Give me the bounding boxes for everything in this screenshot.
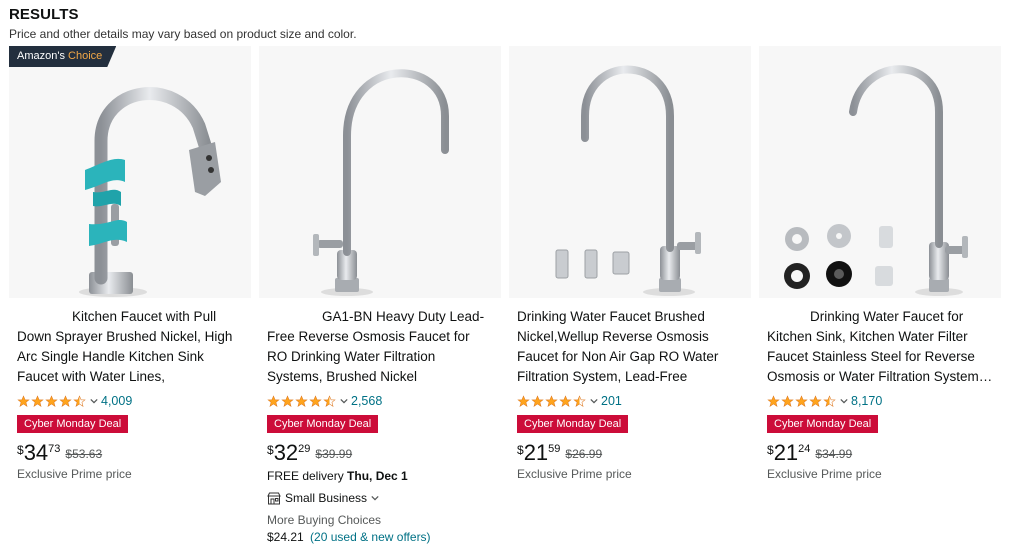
results-header: RESULTS Price and other details may vary… — [9, 6, 357, 41]
price-symbol: $ — [517, 443, 524, 457]
cyber-monday-deal-badge: Cyber Monday Deal — [517, 415, 629, 433]
product-title[interactable]: Drinking Water Faucet Brushed Nickel,Wel… — [517, 307, 743, 387]
product-card: Drinking Water Faucet Brushed Nickel,Wel… — [509, 46, 751, 555]
price-fraction: 59 — [548, 443, 561, 455]
list-price: $39.99 — [315, 447, 353, 461]
price-whole: 21 — [773, 440, 799, 465]
star-rating-icon — [767, 394, 837, 408]
exclusive-prime-price: Exclusive Prime price — [517, 467, 632, 481]
product-card: Amazon's Choice Kitchen Faucet with Pull… — [9, 46, 251, 555]
storefront-icon — [267, 492, 281, 504]
review-count-link[interactable]: 201 — [601, 394, 622, 408]
product-price[interactable]: $ 21 24 $34.99 — [767, 441, 993, 465]
amazons-choice-badge: Amazon's Choice — [9, 46, 116, 67]
price-whole: 32 — [273, 440, 299, 465]
product-rating[interactable]: 8,170 — [767, 393, 993, 409]
review-count-link[interactable]: 2,568 — [351, 394, 382, 408]
cyber-monday-deal-badge: Cyber Monday Deal — [767, 415, 879, 433]
offers-row: $24.21 (20 used & new offers) — [267, 530, 493, 544]
product-rating[interactable]: 201 — [517, 393, 743, 409]
list-price: $34.99 — [815, 447, 853, 461]
cyber-monday-deal-badge: Cyber Monday Deal — [17, 415, 129, 433]
list-price: $53.63 — [65, 447, 103, 461]
price-symbol: $ — [17, 443, 24, 457]
review-count-link[interactable]: 4,009 — [101, 394, 132, 408]
more-buying-choices-label: More Buying Choices — [267, 513, 382, 527]
chevron-down-icon[interactable] — [371, 494, 379, 502]
results-subtitle: Price and other details may vary based o… — [9, 27, 357, 41]
chevron-down-icon[interactable] — [340, 397, 348, 405]
product-grid: Amazon's Choice Kitchen Faucet with Pull… — [9, 46, 1009, 555]
product-price[interactable]: $ 21 59 $26.99 — [517, 441, 743, 465]
chevron-down-icon[interactable] — [590, 397, 598, 405]
product-title[interactable]: Drinking Water Faucet for Kitchen Sink, … — [767, 307, 993, 387]
used-new-offers-link[interactable]: (20 used & new offers) — [310, 530, 431, 544]
pull-down-faucet-image — [79, 87, 221, 297]
product-image[interactable] — [509, 46, 751, 298]
delivery-prefix: FREE delivery — [267, 469, 344, 483]
delivery-info: FREE delivery Thu, Dec 1 — [267, 469, 493, 483]
water-filter-faucet-image — [784, 65, 968, 296]
list-price: $26.99 — [565, 447, 603, 461]
star-rating-icon — [17, 394, 87, 408]
product-title-text[interactable]: Drinking Water Faucet for Kitchen Sink, … — [767, 309, 992, 384]
product-card: GA1-BN Heavy Duty Lead-Free Reverse Osmo… — [259, 46, 501, 555]
product-image[interactable] — [259, 46, 501, 298]
product-title-text[interactable]: GA1-BN Heavy Duty Lead-Free Reverse Osmo… — [267, 309, 484, 384]
price-fraction: 24 — [798, 443, 811, 455]
product-price[interactable]: $ 32 29 $39.99 — [267, 441, 493, 465]
product-title-text[interactable]: Drinking Water Faucet Brushed Nickel,Wel… — [517, 309, 718, 387]
product-title[interactable]: GA1-BN Heavy Duty Lead-Free Reverse Osmo… — [267, 307, 493, 387]
small-business-label[interactable]: Small Business — [285, 491, 367, 505]
price-symbol: $ — [767, 443, 774, 457]
product-price[interactable]: $ 34 73 $53.63 — [17, 441, 243, 465]
product-rating[interactable]: 4,009 — [17, 393, 243, 409]
badge-prefix: Amazon's — [17, 50, 65, 62]
exclusive-prime-price: Exclusive Prime price — [767, 467, 882, 481]
product-rating[interactable]: 2,568 — [267, 393, 493, 409]
drinking-water-faucet-image — [555, 65, 701, 296]
product-image[interactable]: Amazon's Choice — [9, 46, 251, 298]
star-rating-icon — [517, 394, 587, 408]
offers-price: $24.21 — [267, 530, 304, 544]
product-image[interactable] — [759, 46, 1001, 298]
delivery-date: Thu, Dec 1 — [347, 469, 408, 483]
ro-faucet-image — [313, 69, 449, 296]
product-title-text[interactable]: Kitchen Faucet with Pull Down Sprayer Br… — [17, 309, 232, 387]
cyber-monday-deal-badge: Cyber Monday Deal — [267, 415, 379, 433]
price-whole: 34 — [23, 440, 49, 465]
badge-highlight: Choice — [68, 50, 103, 62]
chevron-down-icon[interactable] — [840, 397, 848, 405]
price-fraction: 29 — [298, 443, 311, 455]
star-rating-icon — [267, 394, 337, 408]
review-count-link[interactable]: 8,170 — [851, 394, 882, 408]
price-symbol: $ — [267, 443, 274, 457]
small-business-badge[interactable]: Small Business — [267, 491, 493, 505]
price-fraction: 73 — [48, 443, 61, 455]
product-title[interactable]: Kitchen Faucet with Pull Down Sprayer Br… — [17, 307, 243, 387]
product-card: Drinking Water Faucet for Kitchen Sink, … — [759, 46, 1001, 555]
results-title: RESULTS — [9, 6, 79, 23]
price-whole: 21 — [523, 440, 549, 465]
exclusive-prime-price: Exclusive Prime price — [17, 467, 132, 481]
chevron-down-icon[interactable] — [90, 397, 98, 405]
